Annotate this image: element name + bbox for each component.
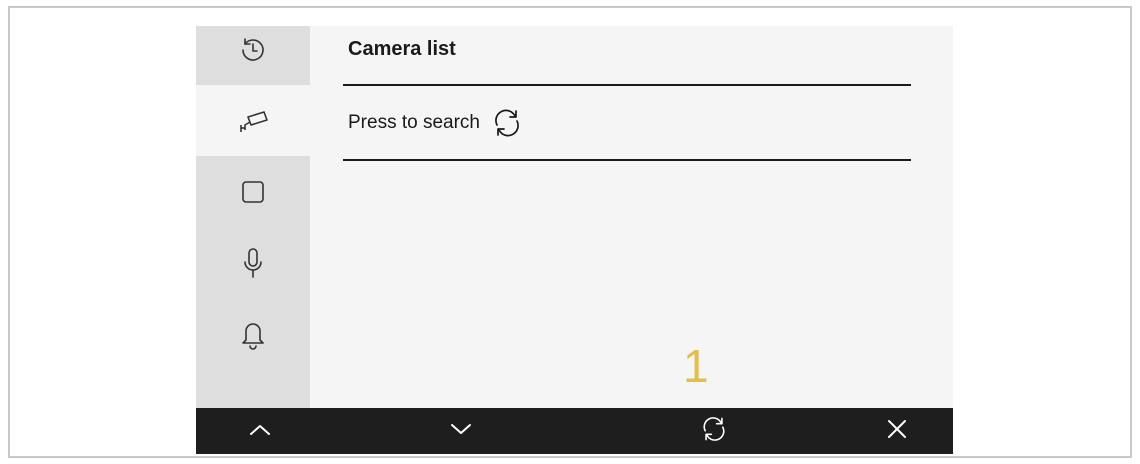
search-button[interactable]: Press to search: [343, 88, 911, 158]
close-button[interactable]: [857, 408, 937, 454]
sidebar-item-bell[interactable]: [196, 298, 310, 369]
page-title: Camera list: [348, 38, 456, 60]
sidebar-item-square[interactable]: [196, 156, 310, 227]
scroll-down-button[interactable]: [421, 408, 501, 454]
refresh-icon: [699, 414, 729, 449]
search-label: Press to search: [348, 112, 480, 133]
history-icon: [238, 35, 268, 65]
bell-icon: [239, 318, 267, 350]
chevron-down-icon: [449, 421, 473, 442]
divider: [343, 159, 911, 161]
refresh-icon: [490, 106, 524, 140]
refresh-button[interactable]: [674, 408, 754, 454]
microphone-icon: [241, 246, 265, 280]
sidebar: [196, 26, 310, 408]
close-icon: [885, 417, 909, 446]
sidebar-item-microphone[interactable]: [196, 227, 310, 298]
chevron-up-icon: [248, 421, 272, 442]
camera-list-panel: Camera list Press to search: [343, 26, 911, 406]
callout-number: 1: [683, 340, 709, 392]
bottom-toolbar: [196, 408, 953, 454]
sidebar-item-history[interactable]: [196, 26, 310, 85]
square-icon: [240, 179, 266, 205]
divider: [343, 84, 911, 86]
camera-icon: [236, 108, 270, 134]
scroll-up-button[interactable]: [220, 408, 300, 454]
device-screen: Camera list Press to search 1: [196, 26, 953, 454]
sidebar-item-camera[interactable]: [196, 85, 310, 156]
